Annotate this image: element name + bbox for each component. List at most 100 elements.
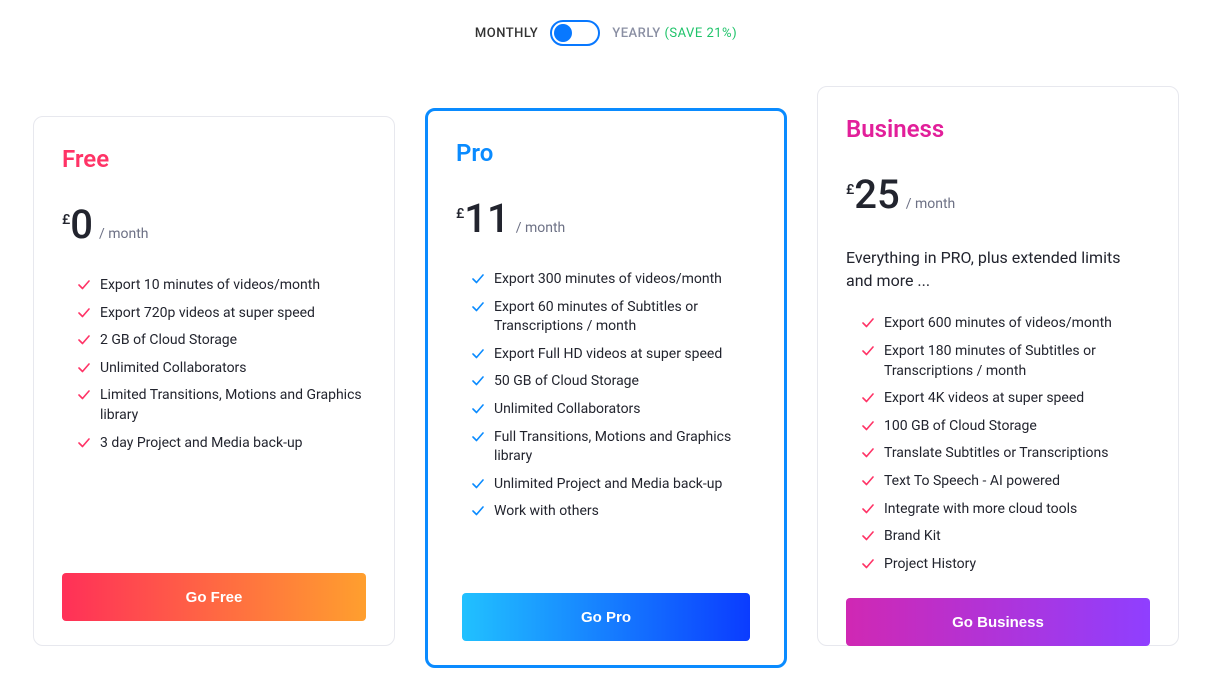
check-icon	[472, 403, 484, 415]
list-item: Brand Kit	[862, 527, 1150, 547]
list-item: Unlimited Collaborators	[472, 400, 756, 420]
plan-price: 11	[464, 195, 509, 242]
list-item: Export 300 minutes of videos/month	[472, 270, 756, 290]
check-icon	[862, 503, 874, 515]
feature-text: Project History	[884, 555, 976, 575]
list-item: Export 720p videos at super speed	[78, 304, 366, 324]
currency-symbol: £	[846, 182, 854, 198]
plan-period: / month	[99, 226, 149, 242]
features-list: Export 600 minutes of videos/month Expor…	[846, 314, 1150, 582]
check-icon	[862, 392, 874, 404]
list-item: Export 60 minutes of Subtitles or Transc…	[472, 298, 756, 337]
feature-text: 3 day Project and Media back-up	[100, 434, 303, 454]
plan-card-business: Business £ 25 / month Everything in PRO,…	[817, 86, 1179, 646]
check-icon	[472, 478, 484, 490]
plan-title: Pro	[456, 139, 756, 167]
plan-period: / month	[906, 196, 956, 212]
check-icon	[862, 475, 874, 487]
check-icon	[78, 389, 90, 401]
check-icon	[472, 505, 484, 517]
check-icon	[472, 375, 484, 387]
check-icon	[472, 348, 484, 360]
feature-text: Export 600 minutes of videos/month	[884, 314, 1112, 334]
feature-text: 100 GB of Cloud Storage	[884, 417, 1037, 437]
list-item: Translate Subtitles or Transcriptions	[862, 444, 1150, 464]
feature-text: Integrate with more cloud tools	[884, 500, 1077, 520]
list-item: Project History	[862, 555, 1150, 575]
plan-card-free: Free £ 0 / month Export 10 minutes of vi…	[33, 116, 395, 646]
monthly-label: MONTHLY	[475, 26, 538, 41]
check-icon	[78, 279, 90, 291]
plan-title: Free	[62, 145, 366, 173]
feature-text: Unlimited Collaborators	[100, 359, 247, 379]
list-item: Work with others	[472, 502, 756, 522]
list-item: Integrate with more cloud tools	[862, 500, 1150, 520]
check-icon	[472, 273, 484, 285]
features-list: Export 300 minutes of videos/month Expor…	[456, 270, 756, 577]
yearly-save-text: (SAVE 21%)	[664, 26, 737, 41]
plan-title: Business	[846, 115, 1150, 143]
go-pro-button[interactable]: Go Pro	[462, 593, 750, 641]
feature-text: Unlimited Project and Media back-up	[494, 475, 722, 495]
check-icon	[78, 362, 90, 374]
list-item: Export Full HD videos at super speed	[472, 345, 756, 365]
feature-text: Export 10 minutes of videos/month	[100, 276, 320, 296]
check-icon	[472, 301, 484, 313]
feature-text: 50 GB of Cloud Storage	[494, 372, 639, 392]
list-item: Export 4K videos at super speed	[862, 389, 1150, 409]
plan-price: 25	[854, 171, 899, 218]
feature-text: Export 720p videos at super speed	[100, 304, 315, 324]
list-item: Export 600 minutes of videos/month	[862, 314, 1150, 334]
feature-text: Export 180 minutes of Subtitles or Trans…	[884, 342, 1150, 381]
feature-text: Brand Kit	[884, 527, 941, 547]
check-icon	[862, 317, 874, 329]
price-row: £ 11 / month	[456, 195, 756, 242]
check-icon	[472, 431, 484, 443]
billing-toggle[interactable]	[550, 20, 600, 46]
feature-text: Full Transitions, Motions and Graphics l…	[494, 428, 756, 467]
toggle-knob	[554, 24, 572, 42]
list-item: Unlimited Collaborators	[78, 359, 366, 379]
list-item: Export 10 minutes of videos/month	[78, 276, 366, 296]
list-item: 100 GB of Cloud Storage	[862, 417, 1150, 437]
features-list: Export 10 minutes of videos/month Export…	[62, 276, 366, 557]
feature-text: Unlimited Collaborators	[494, 400, 641, 420]
feature-text: Text To Speech - AI powered	[884, 472, 1060, 492]
plan-price: 0	[70, 201, 93, 248]
check-icon	[862, 447, 874, 459]
feature-text: Export Full HD videos at super speed	[494, 345, 722, 365]
list-item: Export 180 minutes of Subtitles or Trans…	[862, 342, 1150, 381]
plans-grid: Free £ 0 / month Export 10 minutes of vi…	[30, 86, 1182, 668]
check-icon	[862, 558, 874, 570]
feature-text: Export 60 minutes of Subtitles or Transc…	[494, 298, 756, 337]
list-item: Full Transitions, Motions and Graphics l…	[472, 428, 756, 467]
check-icon	[78, 334, 90, 346]
billing-toggle-row: MONTHLY YEARLY (SAVE 21%)	[30, 20, 1182, 46]
check-icon	[78, 307, 90, 319]
list-item: Limited Transitions, Motions and Graphic…	[78, 386, 366, 425]
feature-text: Work with others	[494, 502, 599, 522]
plan-period: / month	[516, 220, 566, 236]
check-icon	[862, 420, 874, 432]
currency-symbol: £	[62, 212, 70, 228]
currency-symbol: £	[456, 206, 464, 222]
list-item: 3 day Project and Media back-up	[78, 434, 366, 454]
list-item: 50 GB of Cloud Storage	[472, 372, 756, 392]
price-row: £ 0 / month	[62, 201, 366, 248]
yearly-label: YEARLY	[612, 26, 660, 41]
feature-text: Export 300 minutes of videos/month	[494, 270, 722, 290]
plan-card-pro: Pro £ 11 / month Export 300 minutes of v…	[425, 108, 787, 668]
feature-text: Limited Transitions, Motions and Graphic…	[100, 386, 366, 425]
yearly-label-group: YEARLY (SAVE 21%)	[612, 26, 737, 41]
plan-subtitle: Everything in PRO, plus extended limits …	[846, 246, 1150, 292]
list-item: 2 GB of Cloud Storage	[78, 331, 366, 351]
check-icon	[862, 345, 874, 357]
list-item: Text To Speech - AI powered	[862, 472, 1150, 492]
go-free-button[interactable]: Go Free	[62, 573, 366, 621]
feature-text: 2 GB of Cloud Storage	[100, 331, 237, 351]
feature-text: Export 4K videos at super speed	[884, 389, 1084, 409]
feature-text: Translate Subtitles or Transcriptions	[884, 444, 1108, 464]
go-business-button[interactable]: Go Business	[846, 598, 1150, 646]
check-icon	[78, 437, 90, 449]
list-item: Unlimited Project and Media back-up	[472, 475, 756, 495]
